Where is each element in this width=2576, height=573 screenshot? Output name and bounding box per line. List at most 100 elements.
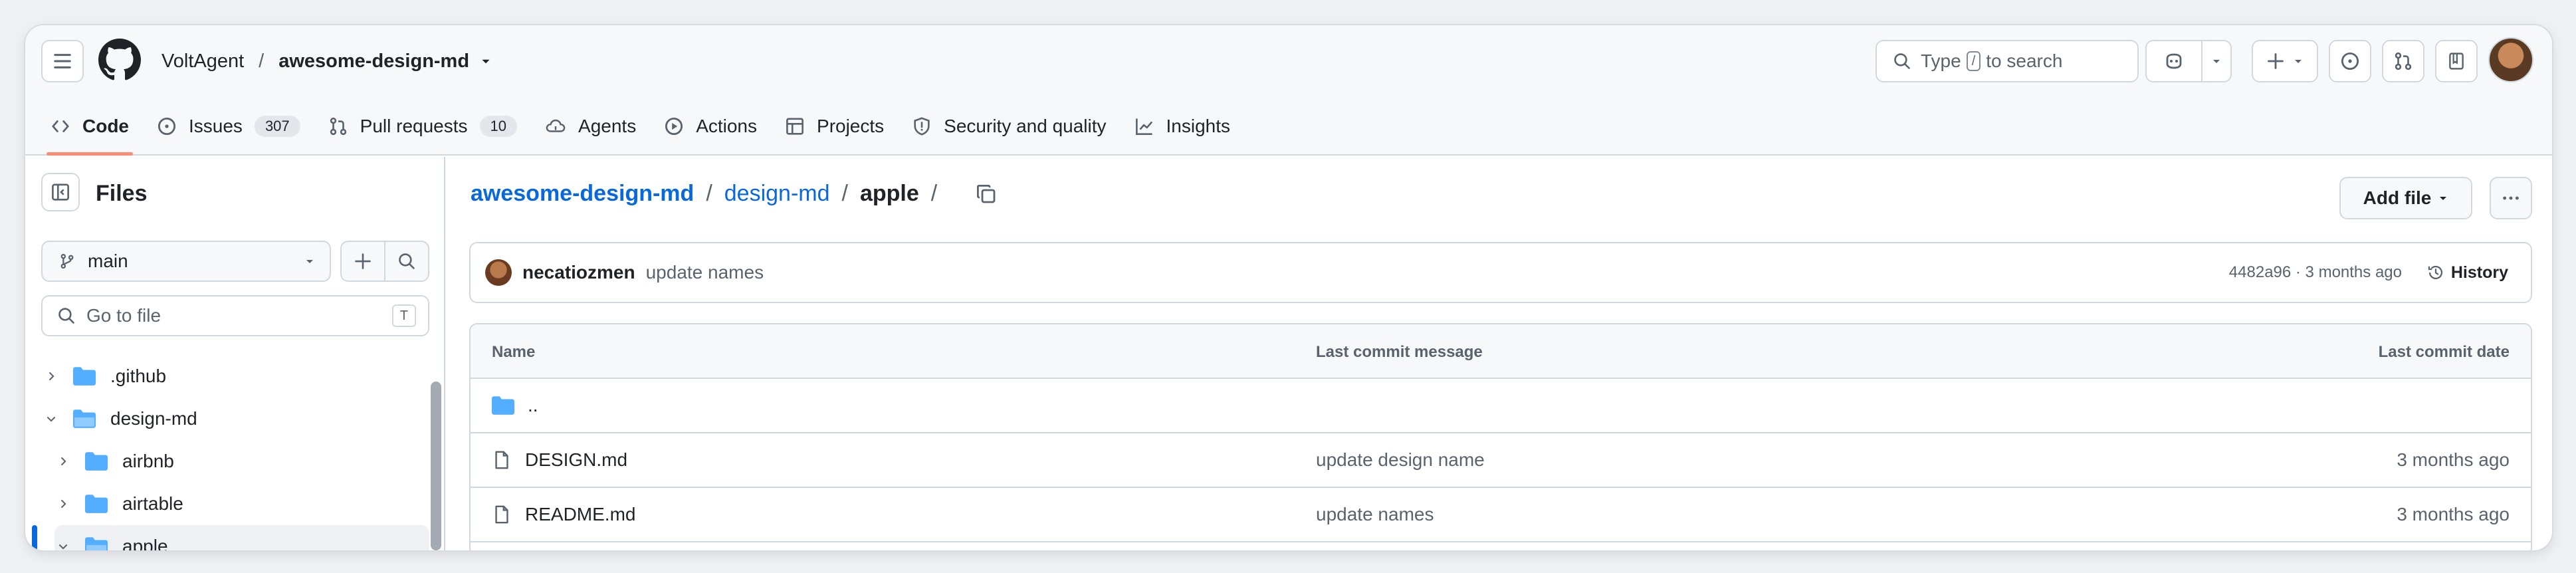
tab-pull-requests[interactable]: Pull requests 10 bbox=[328, 97, 518, 156]
commit-sha-and-time[interactable]: 4482a96 · 3 months ago bbox=[2229, 263, 2402, 282]
sidebar-scrollbar[interactable] bbox=[431, 382, 441, 550]
copilot-button-group[interactable] bbox=[2145, 40, 2232, 82]
tab-label: Insights bbox=[1166, 116, 1231, 136]
tab-label: Code bbox=[82, 116, 129, 136]
tree-item-airbnb[interactable]: airbnb bbox=[54, 440, 427, 483]
issues-button[interactable] bbox=[2329, 40, 2371, 82]
code-icon bbox=[52, 120, 69, 132]
add-file-sidebar-button[interactable] bbox=[342, 242, 385, 281]
history-label: History bbox=[2450, 263, 2508, 282]
menu-button[interactable] bbox=[41, 40, 84, 82]
search-suffix: to search bbox=[1986, 51, 2063, 71]
tree-item-airtable[interactable]: airtable bbox=[54, 483, 427, 525]
file-commit-message[interactable]: update names bbox=[1316, 504, 1434, 525]
latest-commit-bar: necatiozmen update names 4482a96 · 3 mon… bbox=[469, 242, 2532, 303]
tab-actions[interactable]: Actions bbox=[664, 97, 757, 156]
plus-icon bbox=[355, 253, 371, 269]
tab-insights[interactable]: Insights bbox=[1134, 97, 1231, 156]
history-icon bbox=[2428, 265, 2442, 280]
sidebar-collapse-icon bbox=[52, 183, 69, 201]
play-icon bbox=[665, 117, 683, 136]
file-commit-date: 3 months ago bbox=[2397, 504, 2510, 524]
selected-indicator bbox=[32, 525, 37, 550]
tab-label: Agents bbox=[578, 116, 637, 136]
file-icon bbox=[495, 451, 508, 469]
file-name-link[interactable]: README.md bbox=[525, 504, 635, 525]
commit-message-link[interactable]: update names bbox=[646, 262, 764, 283]
repo-tabs: Code Issues 307 Pull requests 10 Agents … bbox=[47, 97, 1258, 156]
tree-item-label: apple bbox=[122, 536, 168, 550]
pull-requests-count-badge: 10 bbox=[479, 116, 518, 137]
hamburger-icon bbox=[54, 54, 71, 68]
github-logo-icon[interactable] bbox=[98, 39, 141, 81]
commit-author-avatar[interactable] bbox=[485, 259, 512, 286]
add-file-button[interactable]: Add file bbox=[2339, 177, 2472, 219]
tab-code[interactable]: Code bbox=[47, 97, 133, 156]
breadcrumb-separator: / bbox=[706, 181, 712, 206]
caret-down-icon[interactable] bbox=[480, 55, 492, 67]
column-header-message: Last commit message bbox=[1316, 343, 1483, 361]
add-file-label: Add file bbox=[2363, 187, 2432, 208]
more-options-button[interactable] bbox=[2490, 177, 2532, 219]
chevron-right-icon bbox=[49, 372, 54, 381]
tree-item-label: airtable bbox=[122, 493, 183, 514]
copilot-button[interactable] bbox=[2147, 41, 2202, 81]
file-commit-message[interactable]: update design name bbox=[1316, 449, 1485, 471]
shield-icon bbox=[914, 117, 930, 136]
search-input[interactable]: Type / to search bbox=[1876, 40, 2139, 82]
repo-name-link[interactable]: awesome-design-md bbox=[278, 51, 469, 72]
user-avatar[interactable] bbox=[2488, 37, 2533, 82]
breadcrumb-separator: / bbox=[930, 181, 938, 206]
tab-agents[interactable]: Agents bbox=[545, 97, 636, 156]
go-to-file-input[interactable]: Go to file T bbox=[41, 295, 429, 336]
breadcrumb-current: apple bbox=[859, 181, 919, 206]
caret-down-icon bbox=[2295, 60, 2302, 63]
graph-icon bbox=[1135, 118, 1152, 135]
main-content: awesome-design-md / design-md / apple / … bbox=[447, 157, 2552, 550]
table-row: DESIGN.md update design name 3 months ag… bbox=[471, 433, 2531, 488]
tree-item-label: airbnb bbox=[122, 451, 174, 471]
create-new-button[interactable] bbox=[2252, 40, 2318, 82]
collapse-sidebar-button[interactable] bbox=[41, 173, 80, 211]
file-icon bbox=[495, 505, 508, 524]
search-files-button[interactable] bbox=[385, 242, 428, 281]
table-row-parent-directory[interactable]: .. bbox=[471, 379, 2531, 433]
path-separator: / bbox=[259, 50, 265, 72]
tree-item-apple[interactable]: apple bbox=[54, 525, 429, 550]
chevron-right-icon bbox=[60, 499, 66, 509]
inbox-button[interactable] bbox=[2435, 40, 2478, 82]
table-row: README.md update names 3 months ago bbox=[471, 488, 2531, 542]
breadcrumb-folder-link[interactable]: design-md bbox=[724, 181, 830, 207]
browser-window: VoltAgent / awesome-design-md Type / to … bbox=[25, 25, 2552, 550]
tab-security[interactable]: Security and quality bbox=[912, 97, 1107, 156]
caret-down-icon bbox=[306, 260, 313, 263]
parent-directory-link[interactable]: .. bbox=[528, 395, 538, 416]
tree-item-design-md[interactable]: design-md bbox=[43, 398, 428, 440]
repo-path: VoltAgent / awesome-design-md bbox=[161, 45, 492, 77]
tree-item-github[interactable]: .github bbox=[43, 355, 428, 398]
copy-path-icon[interactable] bbox=[976, 183, 997, 205]
repo-owner-link[interactable]: VoltAgent bbox=[161, 51, 244, 72]
search-icon bbox=[1894, 53, 1910, 69]
tab-issues[interactable]: Issues 307 bbox=[157, 97, 300, 156]
kebab-horizontal-icon bbox=[2503, 196, 2519, 200]
tab-label: Issues bbox=[189, 116, 243, 136]
folder-icon bbox=[492, 396, 514, 415]
commit-author-link[interactable]: necatiozmen bbox=[522, 262, 635, 283]
plus-icon bbox=[2268, 53, 2284, 69]
table-header: Name Last commit message Last commit dat… bbox=[471, 324, 2531, 379]
files-heading: Files bbox=[96, 181, 148, 206]
sidebar-actions bbox=[340, 241, 429, 282]
agent-icon bbox=[546, 119, 566, 132]
pull-requests-button[interactable] bbox=[2382, 40, 2424, 82]
copilot-dropdown[interactable] bbox=[2202, 56, 2230, 66]
tab-label: Actions bbox=[696, 116, 758, 136]
history-button[interactable]: History bbox=[2427, 263, 2508, 283]
tab-projects[interactable]: Projects bbox=[785, 97, 884, 156]
issue-opened-icon bbox=[2341, 52, 2359, 70]
branch-selector[interactable]: main bbox=[41, 241, 331, 282]
git-pull-request-icon bbox=[2395, 52, 2412, 70]
breadcrumb-repo-link[interactable]: awesome-design-md bbox=[471, 181, 694, 207]
file-name-link[interactable]: DESIGN.md bbox=[525, 449, 627, 471]
branch-name: main bbox=[88, 251, 128, 271]
